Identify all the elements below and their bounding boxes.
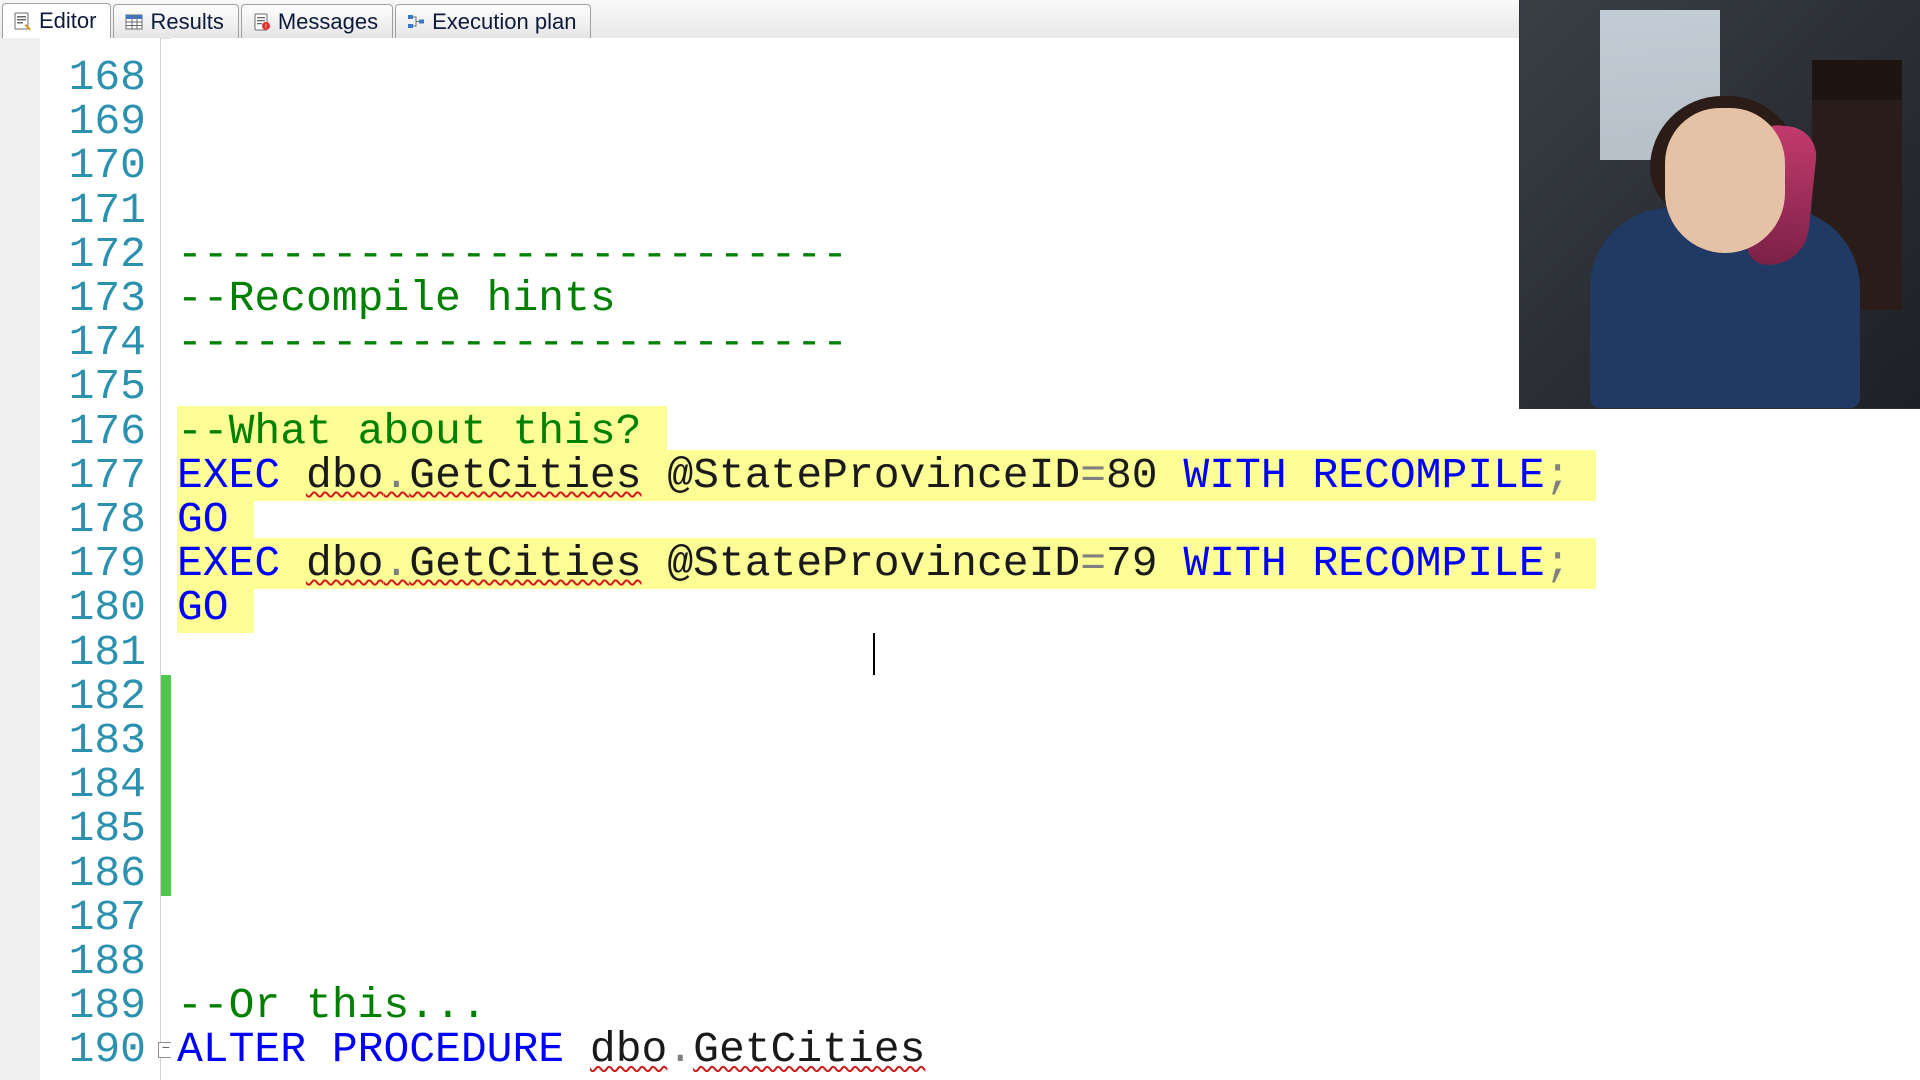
code-line[interactable]: EXEC dbo.GetCities @StateProvinceID=79 W…: [177, 542, 1596, 586]
line-number: 188: [69, 940, 146, 984]
tab-results[interactable]: Results: [113, 4, 238, 39]
change-marker: [161, 675, 171, 896]
line-number: 183: [69, 719, 146, 763]
line-number: 177: [69, 454, 146, 498]
line-number: 180: [69, 586, 146, 630]
tab-execution-plan-label: Execution plan: [432, 9, 576, 35]
code-line[interactable]: --Recompile hints: [177, 277, 616, 321]
code-line[interactable]: --What about this?: [177, 410, 667, 454]
line-number: 181: [69, 631, 146, 675]
code-line[interactable]: --------------------------: [177, 233, 848, 277]
line-number: 172: [69, 233, 146, 277]
line-number: 174: [69, 321, 146, 365]
line-number: 184: [69, 763, 146, 807]
line-number: 175: [69, 365, 146, 409]
change-indicator-bar: −: [161, 38, 171, 1080]
messages-icon: !: [252, 12, 272, 32]
code-line[interactable]: ALTER PROCEDURE dbo.GetCities: [177, 1028, 925, 1072]
code-line[interactable]: GO: [177, 498, 254, 542]
editor-icon: [13, 11, 33, 31]
line-number: 190: [69, 1028, 146, 1072]
line-number: 187: [69, 896, 146, 940]
line-number: 173: [69, 277, 146, 321]
line-number: 185: [69, 807, 146, 851]
tab-results-label: Results: [150, 9, 223, 35]
text-caret: [873, 633, 875, 675]
tab-messages-label: Messages: [278, 9, 378, 35]
editor-left-margin: [0, 38, 40, 1080]
app-window: Editor Results: [0, 0, 1920, 1080]
line-number: 178: [69, 498, 146, 542]
line-number: 170: [69, 144, 146, 188]
tab-messages[interactable]: ! Messages: [241, 4, 393, 39]
tab-editor[interactable]: Editor: [2, 3, 111, 39]
line-number-gutter: 1681691701711721731741751761771781791801…: [40, 38, 161, 1080]
results-grid-icon: [124, 12, 144, 32]
line-number: 182: [69, 675, 146, 719]
code-line[interactable]: --------------------------: [177, 321, 848, 365]
tab-execution-plan[interactable]: Execution plan: [395, 4, 591, 39]
tab-editor-label: Editor: [39, 8, 96, 34]
line-number: 189: [69, 984, 146, 1028]
line-number: 176: [69, 410, 146, 454]
line-number: 186: [69, 852, 146, 896]
code-line[interactable]: EXEC dbo.GetCities @StateProvinceID=80 W…: [177, 454, 1596, 498]
execution-plan-icon: [406, 12, 426, 32]
code-line[interactable]: --Or this...: [177, 984, 487, 1028]
line-number: 169: [69, 100, 146, 144]
line-number: 171: [69, 189, 146, 233]
line-number: 168: [69, 56, 146, 100]
webcam-overlay: [1519, 0, 1920, 409]
line-number: 179: [69, 542, 146, 586]
code-line[interactable]: GO: [177, 586, 254, 630]
